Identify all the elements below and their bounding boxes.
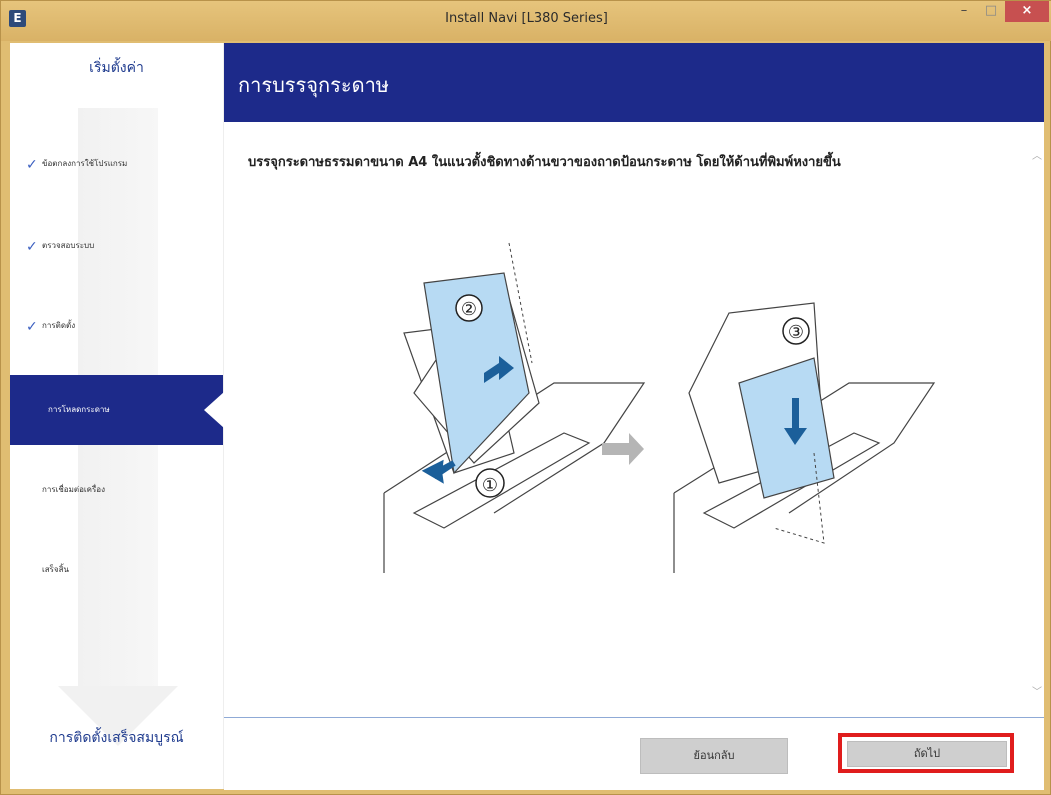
step-3-badge: ③ — [788, 322, 804, 343]
sidebar-step-label: การเชื่อมต่อเครื่อง — [42, 485, 105, 494]
sidebar-step-label: ข้อตกลงการใช้โปรแกรม — [42, 159, 128, 168]
back-button[interactable]: ย้อนกลับ — [640, 738, 788, 774]
vertical-scrollbar[interactable]: ︿ ﹀ — [1028, 123, 1044, 713]
chevron-down-icon[interactable]: ﹀ — [1032, 683, 1042, 698]
load-paper-illustration: ② ① ③ — [383, 242, 936, 573]
sidebar-step-label: เสร็จสิ้น — [42, 565, 69, 574]
maximize-button[interactable]: □ — [978, 1, 1004, 22]
arrow-right-icon — [602, 433, 644, 465]
sidebar-step-license: ✓ ข้อตกลงการใช้โปรแกรม — [10, 129, 223, 199]
current-step-pointer-icon — [204, 392, 224, 428]
step-2-badge: ② — [461, 299, 477, 320]
sidebar-step-label: การโหลดกระดาษ — [48, 405, 110, 414]
sidebar-step-load-paper-current: การโหลดกระดาษ — [10, 375, 224, 445]
arrow-left-icon — [421, 459, 456, 484]
check-icon: ✓ — [26, 319, 38, 335]
printer-before-illustration: ② ① — [383, 242, 646, 573]
sidebar-step-finish: เสร็จสิ้น — [10, 535, 223, 605]
installer-window: E Install Navi [L380 Series] – □ × เริ่ม… — [0, 0, 1051, 795]
sidebar-step-label: ตรวจสอบระบบ — [42, 241, 95, 250]
next-button-highlight: ถัดไป — [838, 733, 1014, 773]
button-bar: ย้อนกลับ ถัดไป — [224, 717, 1044, 790]
sidebar-step-connection: การเชื่อมต่อเครื่อง — [10, 455, 223, 525]
printer-after-illustration: ③ — [673, 302, 936, 573]
next-button[interactable]: ถัดไป — [847, 741, 1007, 767]
step-1-badge: ① — [482, 475, 498, 496]
progress-sidebar: เริ่มตั้งค่า ✓ ข้อตกลงการใช้โปรแกรม ✓ ตร… — [10, 43, 224, 789]
check-icon: ✓ — [26, 239, 38, 255]
title-bar[interactable]: E Install Navi [L380 Series] – □ × — [1, 1, 1051, 41]
sidebar-complete-label: การติดตั้งเสร็จสมบูรณ์ — [49, 730, 184, 746]
sidebar-step-install: ✓ การติดตั้ง — [10, 291, 223, 361]
sidebar-step-label: การติดตั้ง — [42, 321, 76, 330]
page-title: การบรรจุกระดาษ — [238, 73, 389, 97]
installer-client-area: เริ่มตั้งค่า ✓ ข้อตกลงการใช้โปรแกรม ✓ ตร… — [10, 43, 1044, 790]
instruction-panel[interactable]: บรรจุกระดาษธรรมดาขนาด A4 ในแนวตั้งชิดทาง… — [224, 123, 1044, 713]
chevron-up-icon[interactable]: ︿ — [1032, 147, 1042, 162]
sidebar-step-system-check: ✓ ตรวจสอบระบบ — [10, 211, 223, 281]
close-button[interactable]: × — [1005, 1, 1049, 22]
sidebar-start-label: เริ่มตั้งค่า — [89, 60, 144, 76]
check-icon: ✓ — [26, 157, 38, 173]
window-title: Install Navi [L380 Series] — [445, 11, 608, 26]
page-header: การบรรจุกระดาษ — [224, 43, 1044, 122]
minimize-button[interactable]: – — [951, 1, 977, 22]
load-paper-instruction: บรรจุกระดาษธรรมดาขนาด A4 ในแนวตั้งชิดทาง… — [248, 155, 841, 170]
